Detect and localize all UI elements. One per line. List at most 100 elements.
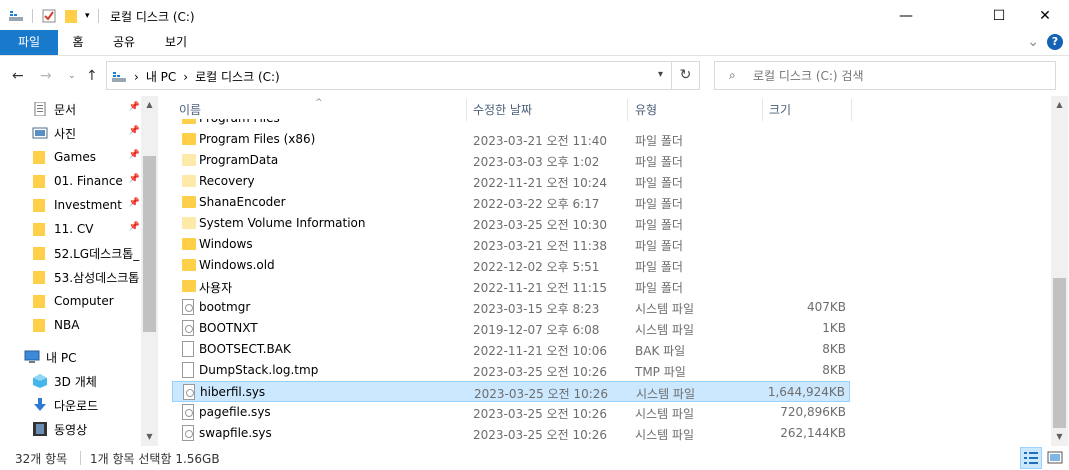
file-name: Recovery (199, 174, 255, 188)
scroll-down-icon[interactable]: ▼ (1051, 432, 1068, 441)
column-divider[interactable] (762, 99, 763, 121)
drive-icon (112, 71, 126, 82)
breadcrumb-this-pc[interactable]: 내 PC (146, 68, 176, 85)
back-arrow-icon[interactable]: ← (12, 68, 24, 84)
scroll-up-icon[interactable]: ▲ (1051, 100, 1068, 109)
file-row[interactable]: System Volume Information 2023-03-25 오전 1… (172, 213, 850, 234)
folder-icon (182, 133, 196, 145)
nav-item[interactable]: 01. Finance 📌 (32, 170, 144, 192)
breadcrumb-separator[interactable]: › (134, 70, 139, 84)
file-date: 2023-03-25 오전 10:26 (473, 407, 608, 421)
file-list-scrollbar[interactable]: ▲ ▼ (1051, 96, 1068, 446)
pin-icon: 📌 (128, 150, 140, 160)
pin-icon: 📌 (128, 102, 140, 112)
column-header-size[interactable]: 크기 (769, 99, 791, 121)
column-divider[interactable] (466, 99, 467, 121)
file-row[interactable]: Windows.old 2022-12-02 오후 5:51 파일 폴더 (172, 255, 850, 276)
column-divider[interactable] (627, 99, 628, 121)
nav-item[interactable]: 11. CV 📌 (32, 218, 144, 240)
scrollbar-thumb[interactable] (1053, 278, 1066, 428)
recent-locations-icon[interactable]: ⌄ (68, 71, 76, 81)
file-date: 2022-12-02 오후 5:51 (473, 260, 600, 274)
search-input[interactable] (753, 66, 1043, 85)
address-bar[interactable]: › 내 PC › 로컬 디스크 (C:) ▾ ↻ (106, 61, 700, 90)
refresh-icon[interactable]: ↻ (671, 62, 699, 89)
new-folder-icon[interactable] (63, 8, 79, 24)
search-box[interactable]: ⌕ (714, 61, 1056, 90)
file-type: 시스템 파일 (635, 407, 695, 421)
sort-ascending-icon: ^ (315, 98, 323, 108)
file-row[interactable]: Windows 2023-03-21 오전 11:38 파일 폴더 (172, 234, 850, 255)
nav-item[interactable]: NBA (32, 314, 144, 336)
folder-icon (182, 196, 196, 208)
file-row[interactable]: DumpStack.log.tmp 2023-03-25 오전 10:26 TMP … (172, 360, 850, 381)
tab-share[interactable]: 공유 (106, 30, 142, 55)
forward-arrow-icon[interactable]: → (40, 68, 52, 84)
folder-icon (182, 175, 196, 187)
file-date: 2023-03-25 오전 10:30 (473, 218, 608, 232)
nav-item-label: 내 PC (46, 350, 77, 365)
file-row[interactable]: BOOTSECT.BAK 2022-11-21 오전 10:06 BAK 파일 8KB (172, 339, 850, 360)
nav-item[interactable]: Investment 📌 (32, 194, 144, 216)
folder-icon (32, 198, 48, 212)
file-row[interactable]: hiberfil.sys 2023-03-25 오전 10:26 시스템 파일 1,6… (172, 381, 850, 402)
tab-view[interactable]: 보기 (158, 30, 194, 55)
folder-icon (182, 280, 196, 292)
nav-item[interactable]: Computer (32, 290, 144, 312)
nav-item-label: 53.삼성데스크톱 (54, 270, 140, 285)
documents-icon (32, 101, 48, 117)
up-arrow-icon[interactable]: ↑ (86, 68, 98, 84)
file-row[interactable]: swapfile.sys 2023-03-25 오전 10:26 시스템 파일 262… (172, 423, 850, 444)
nav-item[interactable]: 52.LG데스크톱_ (32, 242, 144, 264)
tab-file[interactable]: 파일 (0, 30, 58, 55)
folder-icon (182, 238, 196, 250)
nav-item-label: 3D 개체 (54, 374, 97, 389)
folder-icon (32, 270, 48, 284)
nav-item[interactable]: 내 PC (24, 346, 136, 368)
nav-item[interactable]: 53.삼성데스크톱 (32, 266, 144, 288)
file-row[interactable]: Program Files (172, 119, 850, 129)
column-header-date[interactable]: 수정한 날짜 (473, 99, 532, 121)
address-dropdown-icon[interactable]: ▾ (658, 69, 663, 80)
file-row[interactable]: BOOTNXT 2019-12-07 오후 6:08 시스템 파일 1KB (172, 318, 850, 339)
column-divider[interactable] (851, 99, 852, 121)
file-row[interactable]: 사용자 2022-11-21 오전 11:15 파일 폴더 (172, 276, 850, 297)
column-header-type[interactable]: 유형 (635, 99, 657, 121)
file-date: 2023-03-03 오후 1:02 (473, 155, 600, 169)
expand-ribbon-icon[interactable]: ⌄ (1027, 34, 1039, 50)
details-view-button[interactable] (1020, 447, 1042, 469)
scroll-down-icon[interactable]: ▼ (141, 432, 158, 441)
nav-item[interactable]: 사진 📌 (32, 122, 144, 144)
help-icon[interactable]: ? (1047, 34, 1063, 50)
tab-home[interactable]: 홈 (64, 30, 92, 55)
nav-item[interactable]: 문서 📌 (32, 98, 144, 120)
minimize-button[interactable]: — (883, 0, 929, 32)
breadcrumb-separator[interactable]: › (183, 70, 188, 84)
file-name: BOOTNXT (199, 321, 258, 335)
file-row[interactable]: bootmgr 2023-03-15 오후 8:23 시스템 파일 407KB (172, 297, 850, 318)
customize-toolbar-icon[interactable]: ▾ (85, 11, 90, 21)
nav-item[interactable]: Games 📌 (32, 146, 144, 168)
nav-item[interactable]: 3D 개체 (32, 370, 144, 392)
pin-icon: 📌 (128, 126, 140, 136)
scrollbar-thumb[interactable] (143, 156, 156, 332)
file-type: 파일 폴더 (635, 197, 683, 211)
maximize-button[interactable]: ☐ (976, 0, 1022, 32)
large-icons-view-button[interactable] (1044, 447, 1066, 469)
nav-item[interactable]: 동영상 (32, 418, 144, 440)
file-row[interactable]: pagefile.sys 2023-03-25 오전 10:26 시스템 파일 720… (172, 402, 850, 423)
scroll-up-icon[interactable]: ▲ (141, 100, 158, 109)
file-row[interactable]: ShanaEncoder 2022-03-22 오후 6:17 파일 폴더 (172, 192, 850, 213)
column-header-name[interactable]: 이름 (179, 99, 201, 121)
file-row[interactable]: Recovery 2022-11-21 오전 10:24 파일 폴더 (172, 171, 850, 192)
file-row[interactable]: Program Files (x86) 2023-03-21 오전 11:40 파일… (172, 129, 850, 150)
breadcrumb-local-disk[interactable]: 로컬 디스크 (C:) (195, 68, 280, 85)
nav-item[interactable]: 다운로드 (32, 394, 144, 416)
nav-item-label: 동영상 (54, 422, 88, 437)
file-date: 2022-11-21 오전 11:15 (473, 281, 608, 295)
properties-icon[interactable] (41, 8, 57, 24)
file-row[interactable]: ProgramData 2023-03-03 오후 1:02 파일 폴더 (172, 150, 850, 171)
close-button[interactable]: ✕ (1022, 0, 1068, 32)
folder-icon (182, 217, 196, 229)
navigation-pane-scrollbar[interactable]: ▲ ▼ (141, 96, 158, 446)
